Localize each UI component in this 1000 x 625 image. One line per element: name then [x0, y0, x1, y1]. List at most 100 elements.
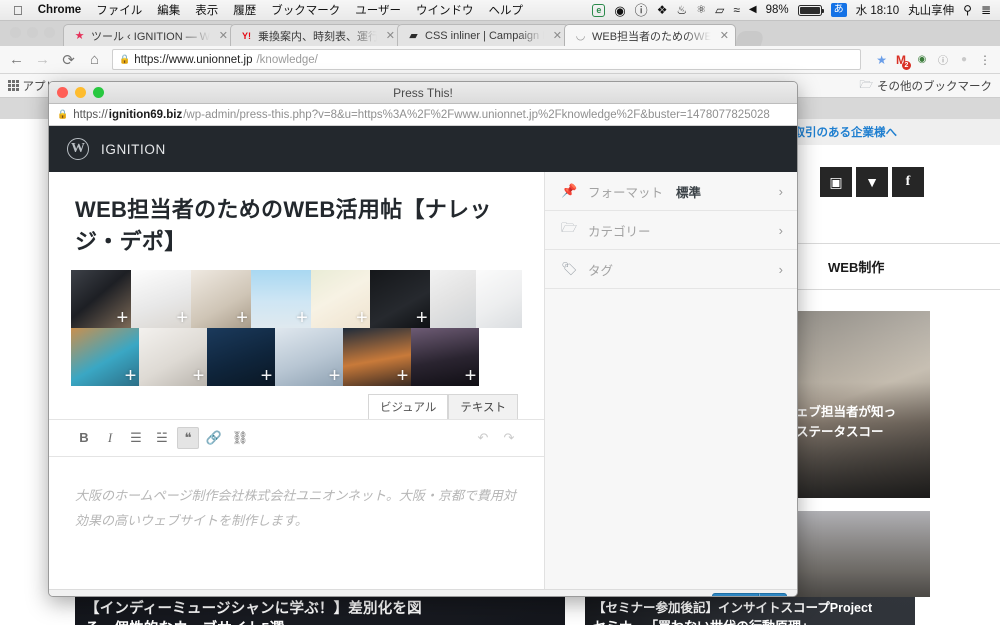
chrome-menu-icon[interactable]: ⋮ [978, 53, 992, 67]
page-article-left[interactable]: 【インディーミュージシャンに学ぶ！】差別化を図 る、個性的なウェブサイト5選。 [75, 597, 565, 625]
apple-icon[interactable]:  [13, 4, 23, 17]
ime-indicator[interactable]: あ [830, 3, 847, 17]
undo-button[interactable]: ↶ [472, 427, 494, 449]
menu-chrome[interactable]: Chrome [38, 4, 81, 16]
add-media-icon[interactable]: + [236, 308, 248, 328]
reload-button[interactable]: ⟳ [60, 51, 77, 69]
editor-content-area[interactable]: 大阪のホームページ制作会社株式会社ユニオンネット。大阪・京都で費用対効果の高いウ… [49, 457, 544, 534]
sidebar-row-tags[interactable]: 🏷 タグ › [545, 250, 797, 289]
publish-dropdown-icon[interactable]: ⌄ [758, 592, 787, 596]
page-article-card-top[interactable]: ェブ担当者が知っ ステータスコー [790, 311, 930, 498]
chevron-right-icon[interactable]: › [779, 262, 783, 277]
media-thumbnail[interactable]: + [71, 327, 139, 386]
blockquote-button[interactable]: ❝ [177, 426, 199, 449]
user-name[interactable]: 丸山享伸 [908, 2, 954, 18]
publish-button[interactable]: 公開 [711, 592, 759, 596]
sidebar-row-categories[interactable]: 🗁 カテゴリー › [545, 211, 797, 250]
evernote-icon[interactable]: e [592, 3, 606, 17]
notification-center-icon[interactable]: ≣ [981, 4, 991, 16]
home-button[interactable]: ⌂ [86, 51, 103, 68]
back-button[interactable]: ← [8, 51, 25, 68]
address-bar[interactable]: 🔒 https://www.unionnet.jp /knowledge/ [112, 49, 862, 70]
popup-address-bar[interactable]: 🔒 https:// ignition69.biz /wp-admin/pres… [49, 104, 797, 126]
tab-close-icon[interactable]: ✕ [382, 29, 395, 42]
add-media-icon[interactable]: + [396, 366, 408, 386]
menu-view[interactable]: 表示 [195, 2, 218, 18]
wifi-icon[interactable]: ≈ [733, 4, 740, 16]
tab-css-inliner[interactable]: ▰ CSS inliner | Campaign Monitor ✕ [397, 24, 569, 46]
tab-web-knowledge[interactable]: ◡ WEB担当者のためのWEB活用帖 ✕ [564, 24, 736, 46]
camera-music-icon[interactable]: 📷 [61, 597, 81, 598]
tab-yahoo-transit[interactable]: Y! 乗換案内、時刻表、運行情報 - Yah ✕ [230, 24, 402, 46]
twitter-icon[interactable]: ▼ [856, 167, 888, 197]
add-media-icon[interactable]: + [328, 366, 340, 386]
tab-close-icon[interactable]: ✕ [549, 29, 562, 42]
numbered-list-button[interactable]: ☱ [151, 427, 173, 449]
bookmark-star-icon[interactable]: ★ [876, 53, 887, 67]
page-article-right[interactable]: 【セミナー参加後記】インサイトスコープProject セミナー「買わない世代の行… [585, 597, 915, 625]
new-tab-button[interactable] [734, 31, 766, 46]
site-name[interactable]: IGNITION [101, 142, 166, 157]
media-thumbnail[interactable]: + [139, 327, 207, 386]
menu-history[interactable]: 履歴 [233, 2, 256, 18]
redo-button[interactable]: ↷ [498, 427, 520, 449]
sidebar-row-format[interactable]: 📌 フォーマット 標準 › [545, 172, 797, 211]
instagram-icon[interactable]: ▣ [820, 167, 852, 197]
minimize-window-button[interactable] [27, 26, 38, 38]
close-window-button[interactable] [10, 26, 21, 38]
menu-edit[interactable]: 編集 [157, 2, 180, 18]
media-thumbnail[interactable] [430, 269, 477, 328]
creative-cloud-icon[interactable]: ◉ [614, 4, 625, 17]
media-thumbnail[interactable]: + [370, 269, 431, 328]
media-thumbnail[interactable] [476, 269, 522, 328]
add-media-icon[interactable]: + [176, 308, 188, 328]
gmail-extension-icon[interactable]: M2 [894, 53, 911, 70]
media-thumbnail[interactable]: + [343, 327, 411, 386]
media-thumbnail[interactable]: + [71, 269, 131, 328]
media-thumbnail[interactable]: + [275, 327, 343, 386]
add-media-icon[interactable]: + [116, 308, 128, 328]
info-extension-icon[interactable]: ⓘ [936, 53, 950, 67]
tab-text-editor[interactable]: テキスト [448, 393, 518, 419]
volume-icon[interactable]: ◀ [749, 5, 757, 15]
menu-bookmarks[interactable]: ブックマーク [271, 2, 340, 18]
media-thumbnail[interactable]: + [310, 269, 371, 328]
media-thumbnail[interactable]: + [130, 269, 191, 328]
forward-button[interactable]: → [34, 51, 51, 68]
add-media-icon[interactable]: + [464, 366, 476, 386]
zoom-window-button[interactable] [44, 26, 55, 38]
italic-button[interactable]: I [99, 427, 121, 449]
dropbox-icon[interactable]: ❖ [657, 4, 668, 16]
add-media-icon[interactable]: + [260, 366, 272, 386]
post-title-input[interactable]: WEB担当者のためのWEB活用帖【ナレッジ・デポ】 [49, 172, 544, 264]
media-thumbnail[interactable]: + [207, 327, 275, 386]
tab-close-icon[interactable]: ✕ [215, 29, 228, 42]
circle-extension-icon[interactable]: ● [957, 53, 971, 67]
menu-help[interactable]: ヘルプ [488, 2, 523, 18]
media-thumbnail[interactable]: + [250, 269, 311, 328]
add-media-icon[interactable]: + [192, 366, 204, 386]
bulleted-list-button[interactable]: ☰ [125, 427, 147, 449]
bluetooth-icon[interactable]: ⚛ [696, 4, 706, 16]
search-icon[interactable]: ⚲ [963, 4, 972, 16]
link-button[interactable]: 🔗 [203, 427, 225, 449]
wordpress-logo-icon[interactable]: W [67, 138, 89, 160]
media-thumbnail[interactable]: + [190, 269, 251, 328]
media-thumbnail[interactable]: + [411, 327, 479, 386]
globe-extension-icon[interactable]: ◉ [915, 53, 929, 67]
add-media-icon[interactable]: + [356, 308, 368, 328]
bookmark-other[interactable]: 🗁 その他のブックマーク [859, 76, 992, 95]
facebook-icon[interactable]: f [892, 167, 924, 197]
add-media-icon[interactable]: + [124, 366, 136, 386]
tab-close-icon[interactable]: ✕ [716, 29, 729, 42]
chevron-right-icon[interactable]: › [779, 223, 783, 238]
bold-button[interactable]: B [73, 427, 95, 449]
menu-file[interactable]: ファイル [96, 2, 142, 18]
menu-window[interactable]: ウインドウ [416, 2, 474, 18]
menu-user[interactable]: ユーザー [355, 2, 401, 18]
clock[interactable]: 水 18:10 [856, 2, 899, 18]
airplay-icon[interactable]: ▱ [715, 4, 724, 16]
info-icon[interactable]: ⓘ [635, 4, 648, 17]
tab-visual-editor[interactable]: ビジュアル [367, 393, 449, 419]
unlink-button[interactable]: ⛓ [229, 427, 251, 449]
